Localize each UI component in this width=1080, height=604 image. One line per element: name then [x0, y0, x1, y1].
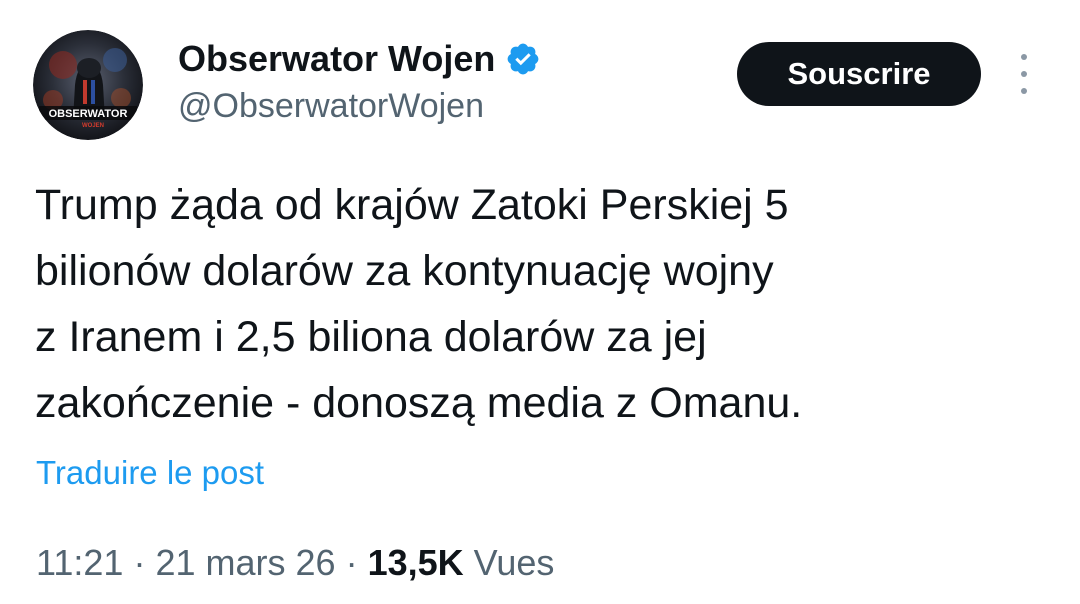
tweet-date[interactable]: 21 mars 26	[155, 542, 335, 583]
more-vertical-icon[interactable]	[1012, 54, 1036, 94]
tweet-text-line: bilionów dolarów za kontynuację wojny	[35, 247, 774, 295]
author-name-text: Obserwator Wojen	[178, 38, 496, 79]
tweet-meta: 11:21 · 21 mars 26 · 13,5K Vues	[36, 540, 554, 586]
author-display-name[interactable]: Obserwator Wojen	[178, 36, 541, 82]
subscribe-button[interactable]: Souscrire	[737, 42, 981, 106]
tweet-text-line: Trump żąda od krajów Zatoki Perskiej 5	[35, 181, 789, 229]
tweet-text: Trump żąda od krajów Zatoki Perskiej 5 b…	[35, 172, 1045, 436]
views-count[interactable]: 13,5K	[368, 542, 464, 583]
tweet-time[interactable]: 11:21	[36, 542, 123, 583]
verified-badge-icon	[508, 43, 539, 75]
avatar-logo-subtext: WOJEN	[82, 123, 104, 129]
author-handle[interactable]: @ObserwatorWojen	[178, 84, 484, 128]
avatar-image: OBSERWATOR WOJEN	[33, 30, 143, 140]
translate-post-link[interactable]: Traduire le post	[36, 452, 264, 494]
more-dot	[1021, 71, 1027, 77]
views-label: Vues	[473, 542, 555, 583]
meta-separator: ·	[133, 542, 146, 583]
meta-separator: ·	[345, 542, 358, 583]
more-dot	[1021, 54, 1027, 60]
tweet-text-line: z Iranem i 2,5 biliona dolarów za jej	[35, 313, 707, 361]
avatar-logo-text: OBSERWATOR	[49, 108, 128, 120]
more-dot	[1021, 88, 1027, 94]
avatar[interactable]: OBSERWATOR WOJEN	[33, 30, 143, 140]
tweet-text-line: zakończenie - donoszą media z Omanu.	[35, 379, 803, 427]
